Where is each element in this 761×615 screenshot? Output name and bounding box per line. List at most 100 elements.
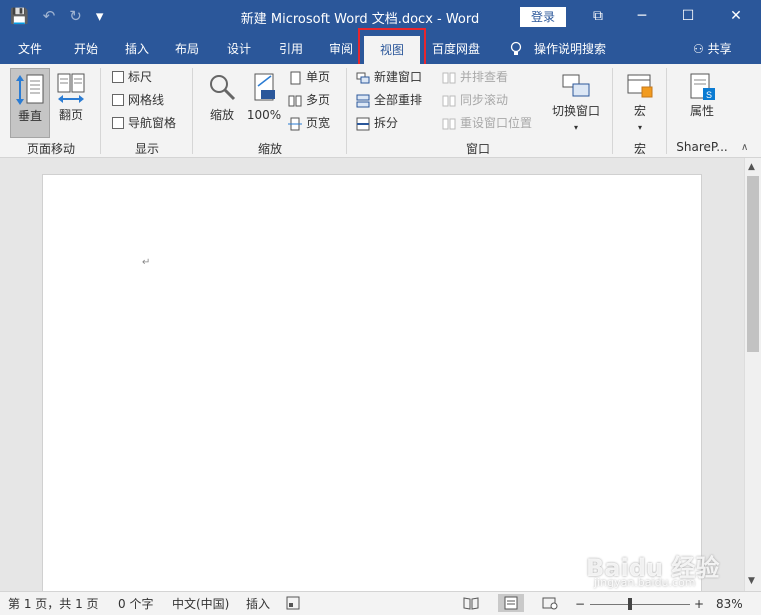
gridlines-label: 网格线 (128, 93, 165, 107)
arrange-all-icon (356, 94, 370, 108)
reset-position-label: 重设窗口位置 (460, 116, 533, 130)
sync-scroll-button[interactable]: 同步滚动 (442, 91, 508, 109)
zoom-label: 缩放 (209, 108, 234, 122)
properties-icon: S (690, 73, 715, 100)
magnifier-icon (210, 75, 236, 101)
tab-layout[interactable]: 布局 (164, 34, 210, 64)
split-button[interactable]: 拆分 (356, 114, 398, 132)
side-by-side-button[interactable]: 并排查看 (442, 68, 508, 86)
flip-button[interactable]: 翻页 (54, 68, 88, 138)
scroll-down-icon[interactable]: ▼ (748, 576, 755, 586)
zoom-slider-track[interactable] (590, 604, 690, 605)
group-divider (192, 68, 193, 154)
read-mode-icon[interactable] (463, 596, 479, 614)
reset-position-button[interactable]: 重设窗口位置 (442, 114, 532, 132)
zoom-out-button[interactable]: − (575, 596, 585, 612)
share-button[interactable]: ⚇ 共享 (693, 34, 732, 64)
maximize-button[interactable]: ☐ (668, 4, 708, 28)
collapse-ribbon-icon[interactable]: ∧ (741, 142, 748, 153)
vertical-page-icon (16, 74, 44, 105)
tab-file[interactable]: 文件 (8, 34, 52, 64)
page-count[interactable]: 第 1 页，共 1 页 (8, 596, 99, 612)
word-count[interactable]: 0 个字 (118, 596, 153, 612)
save-icon[interactable]: 💾 (10, 7, 29, 25)
window-group-label: 窗口 (465, 142, 490, 156)
switch-window-button[interactable]: 切换窗口 ▾ (548, 68, 604, 138)
zoom-in-button[interactable]: + (694, 596, 704, 612)
macro-record-icon[interactable] (286, 596, 300, 614)
document-canvas: ↵ (0, 158, 744, 604)
properties-button[interactable]: S 属性 (680, 68, 724, 138)
chevron-down-icon: ▾ (573, 123, 578, 132)
tab-home[interactable]: 开始 (62, 34, 110, 64)
nav-pane-label: 导航窗格 (128, 116, 177, 130)
close-button[interactable]: ✕ (716, 4, 756, 28)
multi-page-icon (288, 94, 302, 107)
minimize-button[interactable]: ─ (622, 4, 662, 28)
zoom-100-button[interactable]: 100% (244, 68, 284, 138)
customize-qat-icon[interactable]: ▾ (96, 7, 104, 25)
macros-icon (627, 74, 653, 98)
multi-page-button[interactable]: 多页 (288, 91, 330, 109)
vertical-scrollbar[interactable]: ▲ ▼ (744, 158, 761, 591)
checkbox-icon (112, 117, 124, 129)
scrollbar-thumb[interactable] (747, 176, 759, 352)
tab-baidu-netdisk[interactable]: 百度网盘 (424, 34, 488, 64)
arrange-all-button[interactable]: 全部重排 (356, 91, 422, 109)
macros-group-label: 宏 (633, 142, 646, 156)
new-window-button[interactable]: 新建窗口 (356, 68, 422, 86)
web-layout-icon[interactable] (542, 596, 558, 614)
reset-position-icon (442, 117, 456, 130)
nav-pane-checkbox[interactable]: 导航窗格 (112, 114, 176, 132)
single-page-icon (288, 71, 302, 85)
page-width-icon (288, 117, 302, 131)
ruler-checkbox[interactable]: 标尺 (112, 68, 152, 86)
tab-references[interactable]: 引用 (268, 34, 314, 64)
redo-icon[interactable]: ↻ (69, 7, 82, 25)
flip-label: 翻页 (58, 108, 83, 122)
document-page[interactable]: ↵ (42, 174, 702, 604)
zoom-button[interactable]: 缩放 (202, 68, 242, 138)
print-layout-icon[interactable] (498, 594, 524, 612)
flip-pages-icon (57, 73, 85, 103)
insert-mode[interactable]: 插入 (246, 596, 270, 612)
login-button[interactable]: 登录 (520, 7, 566, 27)
tab-design[interactable]: 设计 (216, 34, 262, 64)
view-tab-highlight (358, 28, 426, 67)
person-icon: ⚇ (693, 42, 708, 56)
vertical-button[interactable]: 垂直 (10, 68, 50, 138)
language-indicator[interactable]: 中文(中国) (172, 596, 229, 612)
sync-scroll-label: 同步滚动 (460, 93, 509, 107)
gridlines-checkbox[interactable]: 网格线 (112, 91, 164, 109)
zoom-group-label: 缩放 (257, 142, 282, 156)
page-width-button[interactable]: 页宽 (288, 114, 330, 132)
switch-window-label: 切换窗口 (551, 104, 600, 118)
scroll-up-icon[interactable]: ▲ (748, 162, 755, 172)
ribbon: 垂直 翻页 页面移动 标尺 网格线 导航窗格 显示 缩放 100% 单页 多页 … (0, 64, 761, 158)
group-divider (666, 68, 667, 154)
group-divider (100, 68, 101, 154)
undo-icon[interactable]: ↶ (43, 7, 56, 25)
sharepoint-group-label: ShareP... (676, 140, 728, 154)
svg-text:S: S (706, 90, 712, 100)
show-group-label: 显示 (134, 142, 159, 156)
zoom-level[interactable]: 83% (716, 596, 743, 612)
multi-page-label: 多页 (306, 93, 331, 107)
sync-scroll-icon (442, 94, 456, 107)
checkbox-icon (112, 71, 124, 83)
tab-insert[interactable]: 插入 (114, 34, 160, 64)
vertical-label: 垂直 (17, 109, 42, 123)
new-window-label: 新建窗口 (374, 70, 423, 84)
page-width-label: 页宽 (306, 116, 331, 130)
document-title: 新建 Microsoft Word 文档.docx - Word (240, 12, 480, 27)
watermark-url: jingyan.baidu.com (594, 576, 696, 589)
one-page-button[interactable]: 单页 (288, 68, 330, 86)
macros-label: 宏 (633, 104, 646, 118)
ribbon-display-options-icon[interactable]: ⧉ (578, 4, 618, 28)
chevron-down-icon: ▾ (637, 123, 642, 132)
macros-button[interactable]: 宏 ▾ (620, 68, 660, 138)
zoom-slider-thumb[interactable] (628, 598, 632, 610)
split-label: 拆分 (374, 116, 399, 130)
ruler-label: 标尺 (128, 70, 153, 84)
tell-me-search[interactable]: 操作说明搜索 (528, 34, 612, 64)
